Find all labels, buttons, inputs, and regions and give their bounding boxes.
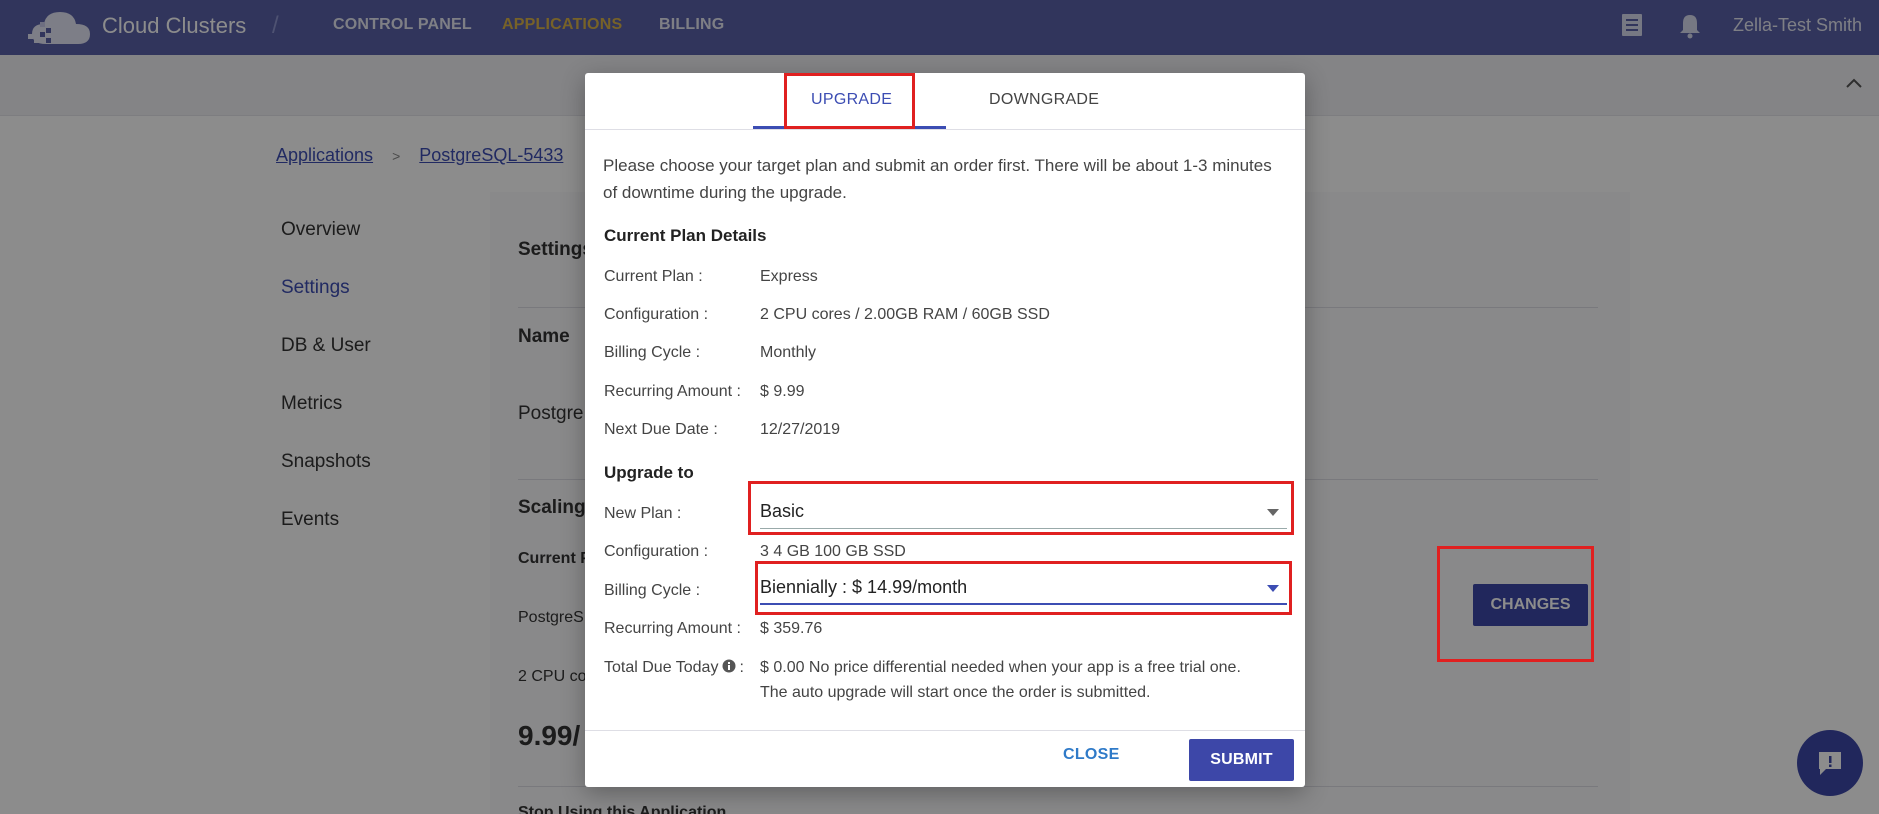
tab-downgrade[interactable]: DOWNGRADE — [989, 91, 1099, 109]
annotation-new-plan — [748, 481, 1294, 535]
submit-button[interactable]: SUBMIT — [1189, 739, 1294, 781]
next-due-date-label: Next Due Date : — [604, 421, 718, 438]
total-due-colon: : — [739, 659, 744, 676]
billing-cycle-value: Monthly — [760, 344, 817, 361]
next-due-date-value: 12/27/2019 — [760, 421, 841, 438]
upgrade-to-title: Upgrade to — [604, 463, 694, 482]
new-plan-label: New Plan : — [604, 505, 682, 522]
info-icon[interactable] — [722, 659, 736, 673]
current-plan-value: Express — [760, 268, 818, 285]
auto-upgrade-note: The auto upgrade will start once the ord… — [760, 684, 1151, 701]
new-recurring-amount-label: Recurring Amount : — [604, 620, 741, 637]
new-recurring-amount-value: $ 359.76 — [760, 620, 823, 637]
modal-tabs: UPGRADE DOWNGRADE — [585, 73, 1305, 130]
current-plan-details-title: Current Plan Details — [604, 226, 767, 245]
new-configuration-value: 3 4 GB 100 GB SSD — [760, 543, 906, 560]
annotation-billing-cycle — [755, 561, 1292, 615]
total-due-text: Total Due Today — [604, 659, 719, 676]
new-billing-cycle-label: Billing Cycle : — [604, 582, 701, 599]
close-button[interactable]: CLOSE — [1063, 746, 1120, 764]
billing-cycle-label: Billing Cycle : — [604, 344, 701, 361]
annotation-upgrade-tab — [784, 73, 915, 129]
total-due-label: Total Due Today: — [604, 659, 744, 677]
modal-footer: CLOSE SUBMIT — [585, 730, 1305, 787]
upgrade-instructions: Please choose your target plan and submi… — [603, 156, 1272, 202]
new-configuration-label: Configuration : — [604, 543, 709, 560]
current-plan-label: Current Plan : — [604, 268, 703, 285]
recurring-amount-value: $ 9.99 — [760, 383, 805, 400]
total-due-value: $ 0.00 No price differential needed when… — [760, 659, 1241, 676]
annotation-changes-button — [1437, 546, 1594, 662]
configuration-value: 2 CPU cores / 2.00GB RAM / 60GB SSD — [760, 306, 1050, 323]
upgrade-modal: UPGRADE DOWNGRADE Please choose your tar… — [585, 73, 1305, 787]
recurring-amount-label: Recurring Amount : — [604, 383, 741, 400]
configuration-label: Configuration : — [604, 306, 709, 323]
